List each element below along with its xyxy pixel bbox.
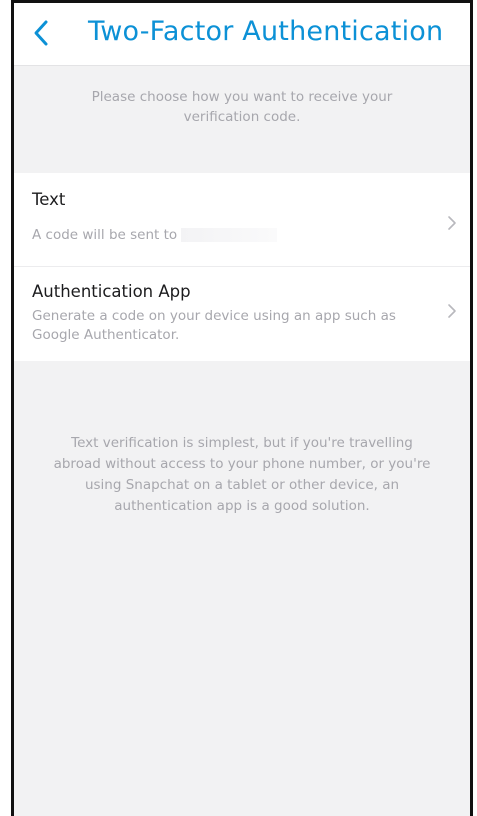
help-note-line-3: using Snapchat on a tablet or other devi… — [84, 477, 400, 493]
back-button[interactable] — [28, 17, 56, 49]
intro-line-2: verification code. — [183, 109, 301, 125]
screen-frame: Two-Factor Authentication Please choose … — [11, 0, 473, 816]
option-title: Authentication App — [32, 282, 191, 301]
nav-header: Two-Factor Authentication — [14, 3, 470, 66]
method-options-list: Text A code will be sent to Authenticati… — [14, 173, 470, 361]
help-note-line-1: Text verification is simplest, but if yo… — [71, 435, 413, 451]
chevron-right-icon — [448, 216, 456, 230]
option-text-message[interactable]: Text A code will be sent to — [14, 173, 470, 267]
help-note: Text verification is simplest, but if yo… — [14, 433, 470, 517]
help-note-line-4: authentication app is a good solution. — [114, 498, 370, 514]
redacted-phone-number — [181, 228, 278, 242]
chevron-left-icon — [34, 20, 48, 46]
option-desc-prefix: A code will be sent to — [32, 227, 178, 243]
intro-text: Please choose how you want to receive yo… — [14, 87, 470, 127]
option-description: Generate a code on your device using an … — [32, 308, 396, 343]
chevron-right-icon — [448, 304, 456, 318]
option-title: Text — [32, 190, 66, 209]
help-note-line-2: abroad without access to your phone numb… — [53, 456, 431, 472]
intro-line-1: Please choose how you want to receive yo… — [91, 89, 393, 105]
option-authentication-app[interactable]: Authentication App Generate a code on yo… — [14, 267, 470, 361]
page-title: Two-Factor Authentication — [88, 16, 444, 47]
option-description: A code will be sent to — [32, 226, 426, 245]
